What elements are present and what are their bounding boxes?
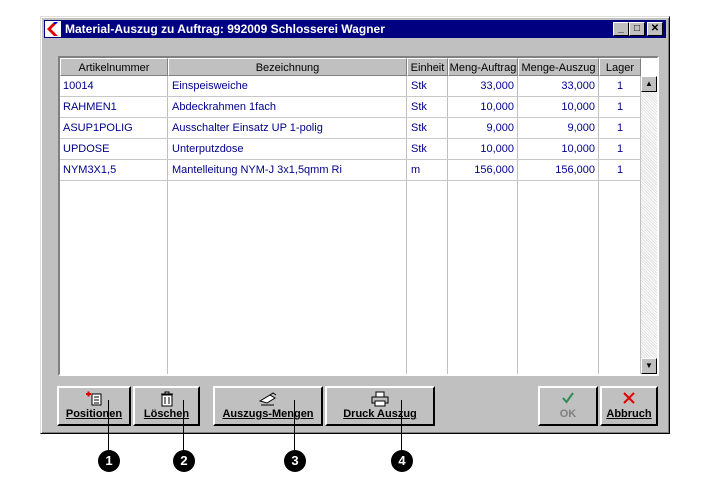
callout-line: [108, 400, 109, 451]
cell-einheit: Stk: [411, 122, 427, 134]
material-auszug-window: Material-Auszug zu Auftrag: 992009 Schlo…: [40, 16, 670, 434]
scroll-up-button[interactable]: ▲: [641, 76, 657, 92]
cell-menge-auszug: 9,000: [567, 122, 595, 134]
checkmark-icon: [540, 391, 596, 407]
callout-2: 2: [173, 450, 195, 472]
column-header-menge-auszug[interactable]: Menge-Auszug: [518, 58, 599, 76]
loeschen-label: Löschen: [143, 408, 190, 420]
column-header-lager[interactable]: Lager: [599, 58, 641, 76]
x-icon: [602, 391, 656, 407]
cell-lager: 1: [616, 122, 624, 134]
cell-menge-auszug: 10,000: [561, 143, 595, 155]
loeschen-button[interactable]: Löschen: [133, 386, 200, 426]
ok-label: OK: [559, 408, 577, 420]
cell-menge-auszug: 33,000: [561, 80, 595, 92]
callout-line: [294, 400, 295, 451]
cell-artikelnummer: UPDOSE: [63, 143, 110, 155]
cell-einheit: Stk: [411, 80, 427, 92]
druck-auszug-label: Druck Auszug: [343, 408, 417, 420]
positionen-button[interactable]: Positionen: [57, 386, 131, 426]
cell-artikelnummer: 10014: [63, 80, 94, 92]
ok-button[interactable]: OK: [538, 386, 598, 426]
abbruch-button[interactable]: Abbruch: [600, 386, 658, 426]
window-title: Material-Auszug zu Auftrag: 992009 Schlo…: [65, 22, 385, 36]
cell-einheit: Stk: [411, 101, 427, 113]
cell-lager: 1: [616, 101, 624, 113]
cell-lager: 1: [616, 80, 624, 92]
table-row[interactable]: 10014 Einspeisweiche Stk 33,000 33,000 1: [60, 76, 641, 97]
cell-meng-auftrag: 156,000: [474, 164, 514, 176]
cell-bezeichnung: Ausschalter Einsatz UP 1-polig: [172, 122, 323, 134]
trash-icon: [135, 391, 198, 407]
cell-artikelnummer: RAHMEN1: [63, 101, 117, 113]
positionen-label: Positionen: [65, 408, 123, 420]
cell-meng-auftrag: 10,000: [480, 101, 514, 113]
cell-meng-auftrag: 9,000: [486, 122, 514, 134]
vertical-scrollbar[interactable]: ▲ ▼: [641, 76, 657, 374]
column-header-einheit[interactable]: Einheit: [407, 58, 448, 76]
printer-icon: [327, 391, 433, 407]
title-bar[interactable]: Material-Auszug zu Auftrag: 992009 Schlo…: [44, 20, 666, 38]
cell-bezeichnung: Abdeckrahmen 1fach: [172, 101, 276, 113]
callout-1: 1: [98, 450, 120, 472]
cell-bezeichnung: Mantelleitung NYM-J 3x1,5qmm Ri: [172, 164, 342, 176]
cell-artikelnummer: NYM3X1,5: [63, 164, 117, 176]
table-row[interactable]: ASUP1POLIG Ausschalter Einsatz UP 1-poli…: [60, 118, 641, 139]
column-header-artikelnummer[interactable]: Artikelnummer: [60, 58, 168, 76]
column-header-bezeichnung[interactable]: Bezeichnung: [168, 58, 407, 76]
close-button[interactable]: ✕: [647, 22, 663, 36]
auszugs-mengen-button[interactable]: Auszugs-Mengen: [213, 386, 323, 426]
table-row[interactable]: RAHMEN1 Abdeckrahmen 1fach Stk 10,000 10…: [60, 97, 641, 118]
cell-bezeichnung: Unterputzdose: [172, 143, 244, 155]
cell-meng-auftrag: 33,000: [480, 80, 514, 92]
cell-bezeichnung: Einspeisweiche: [172, 80, 248, 92]
column-header-meng-auftrag[interactable]: Meng-Auftrag: [448, 58, 518, 76]
callout-3: 3: [284, 450, 306, 472]
druck-auszug-button[interactable]: Druck Auszug: [325, 386, 435, 426]
cell-artikelnummer: ASUP1POLIG: [63, 122, 133, 134]
cell-einheit: m: [411, 164, 421, 176]
callout-4: 4: [391, 450, 413, 472]
cell-lager: 1: [616, 143, 624, 155]
callout-line: [401, 400, 402, 451]
app-icon: [45, 21, 61, 37]
minimize-button[interactable]: _: [613, 22, 629, 36]
add-list-icon: [59, 391, 129, 407]
table-row[interactable]: UPDOSE Unterputzdose Stk 10,000 10,000 1: [60, 139, 641, 160]
material-table[interactable]: Artikelnummer Bezeichnung Einheit Meng-A…: [58, 56, 659, 376]
table-row[interactable]: NYM3X1,5 Mantelleitung NYM-J 3x1,5qmm Ri…: [60, 160, 641, 181]
cell-menge-auszug: 156,000: [555, 164, 595, 176]
abbruch-label: Abbruch: [606, 408, 652, 420]
cell-menge-auszug: 10,000: [561, 101, 595, 113]
hand-edit-icon: [215, 391, 321, 407]
scroll-down-button[interactable]: ▼: [641, 358, 657, 374]
cell-meng-auftrag: 10,000: [480, 143, 514, 155]
maximize-button[interactable]: □: [629, 22, 645, 36]
auszugs-mengen-label: Auszugs-Mengen: [222, 408, 314, 420]
cell-einheit: Stk: [411, 143, 427, 155]
cell-lager: 1: [616, 164, 624, 176]
callout-line: [183, 400, 184, 451]
